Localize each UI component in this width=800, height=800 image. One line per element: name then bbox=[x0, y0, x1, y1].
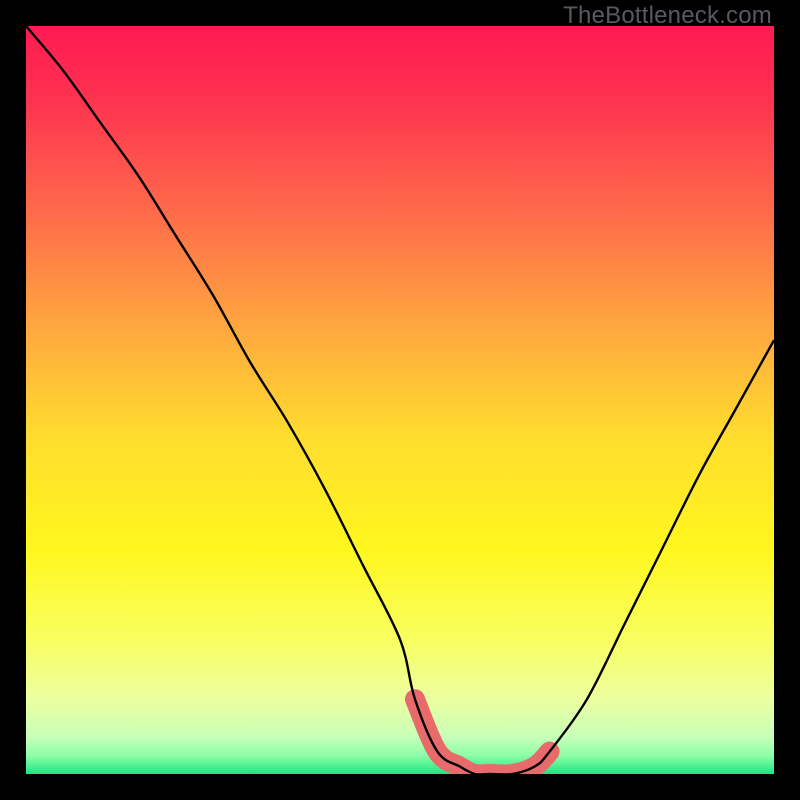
gradient-background bbox=[26, 26, 774, 774]
watermark-text: TheBottleneck.com bbox=[563, 2, 772, 30]
plot-area bbox=[26, 26, 774, 774]
outer-frame: TheBottleneck.com bbox=[0, 0, 800, 800]
